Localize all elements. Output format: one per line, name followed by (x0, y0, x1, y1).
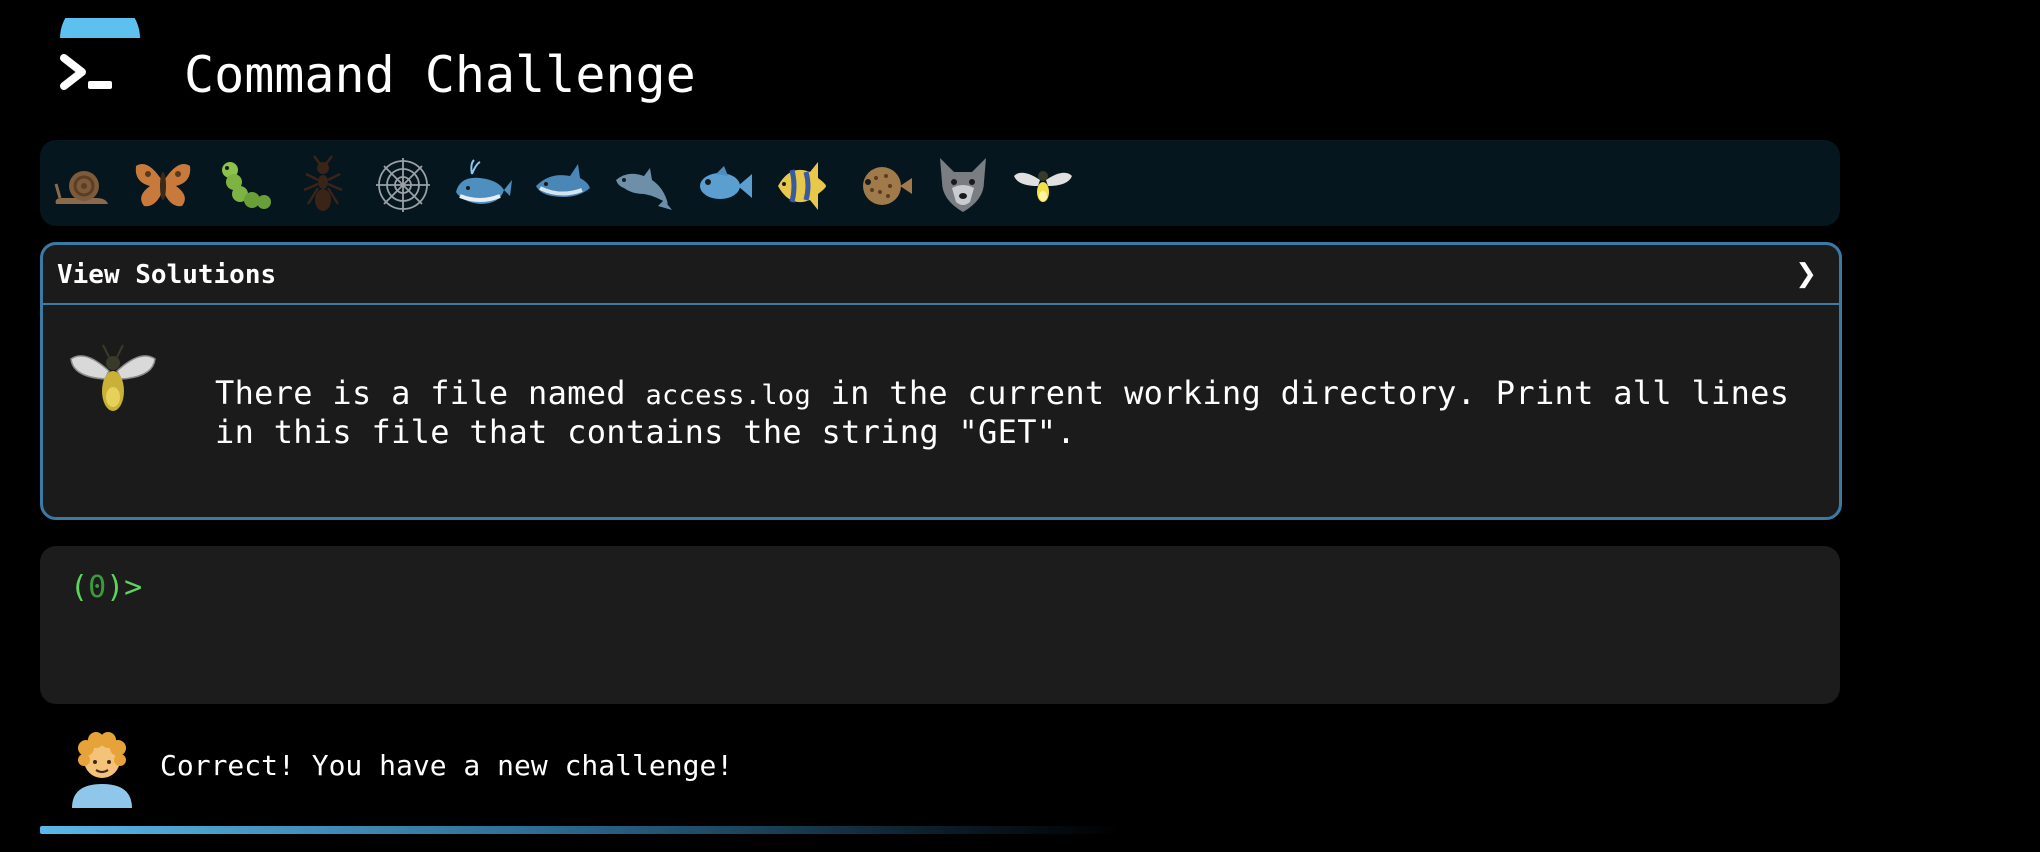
challenge-text-prefix: There is a file named (215, 374, 646, 412)
ant-icon[interactable] (290, 152, 356, 218)
wolf-icon[interactable] (930, 152, 996, 218)
caterpillar-icon[interactable] (210, 152, 276, 218)
progress-fill (40, 826, 1120, 834)
butterfly-icon[interactable] (130, 152, 196, 218)
tropical-fish-icon[interactable] (770, 152, 836, 218)
message-text: Correct! You have a new challenge! (160, 749, 734, 782)
firefly-icon (67, 341, 159, 415)
solutions-panel: View Solutions ❯ There is a file named a… (40, 242, 1842, 520)
shark-icon[interactable] (530, 152, 596, 218)
firefly-icon[interactable] (1010, 152, 1076, 218)
prompt-close: )> (106, 570, 143, 605)
prompt-open: ( (70, 570, 89, 605)
dolphin-icon[interactable] (610, 152, 676, 218)
prompt-count: 0 (88, 570, 107, 605)
terminal-prompt: (0)> (70, 568, 142, 608)
header: Command Challenge (0, 0, 2040, 140)
badge-bar (40, 140, 1840, 226)
whale-icon[interactable] (450, 152, 516, 218)
status-message: Correct! You have a new challenge! (40, 724, 1840, 810)
spider-web-icon[interactable] (370, 152, 436, 218)
view-solutions-label: View Solutions (57, 260, 277, 290)
page-title: Command Challenge (184, 46, 696, 104)
terminal-input-area[interactable]: (0)> (40, 546, 1840, 704)
challenge-filename: access.log (645, 380, 812, 411)
terminal-prompt-icon[interactable] (58, 0, 142, 102)
challenge-description: There is a file named access.log in the … (215, 375, 1815, 450)
fish-icon[interactable] (690, 152, 756, 218)
person-curly-hair-icon (64, 728, 140, 808)
view-solutions-toggle[interactable]: View Solutions ❯ (43, 245, 1839, 305)
progress-bar (40, 826, 1840, 834)
chevron-right-icon[interactable]: ❯ (1795, 257, 1817, 291)
snail-icon[interactable] (50, 152, 116, 218)
blowfish-icon[interactable] (850, 152, 916, 218)
